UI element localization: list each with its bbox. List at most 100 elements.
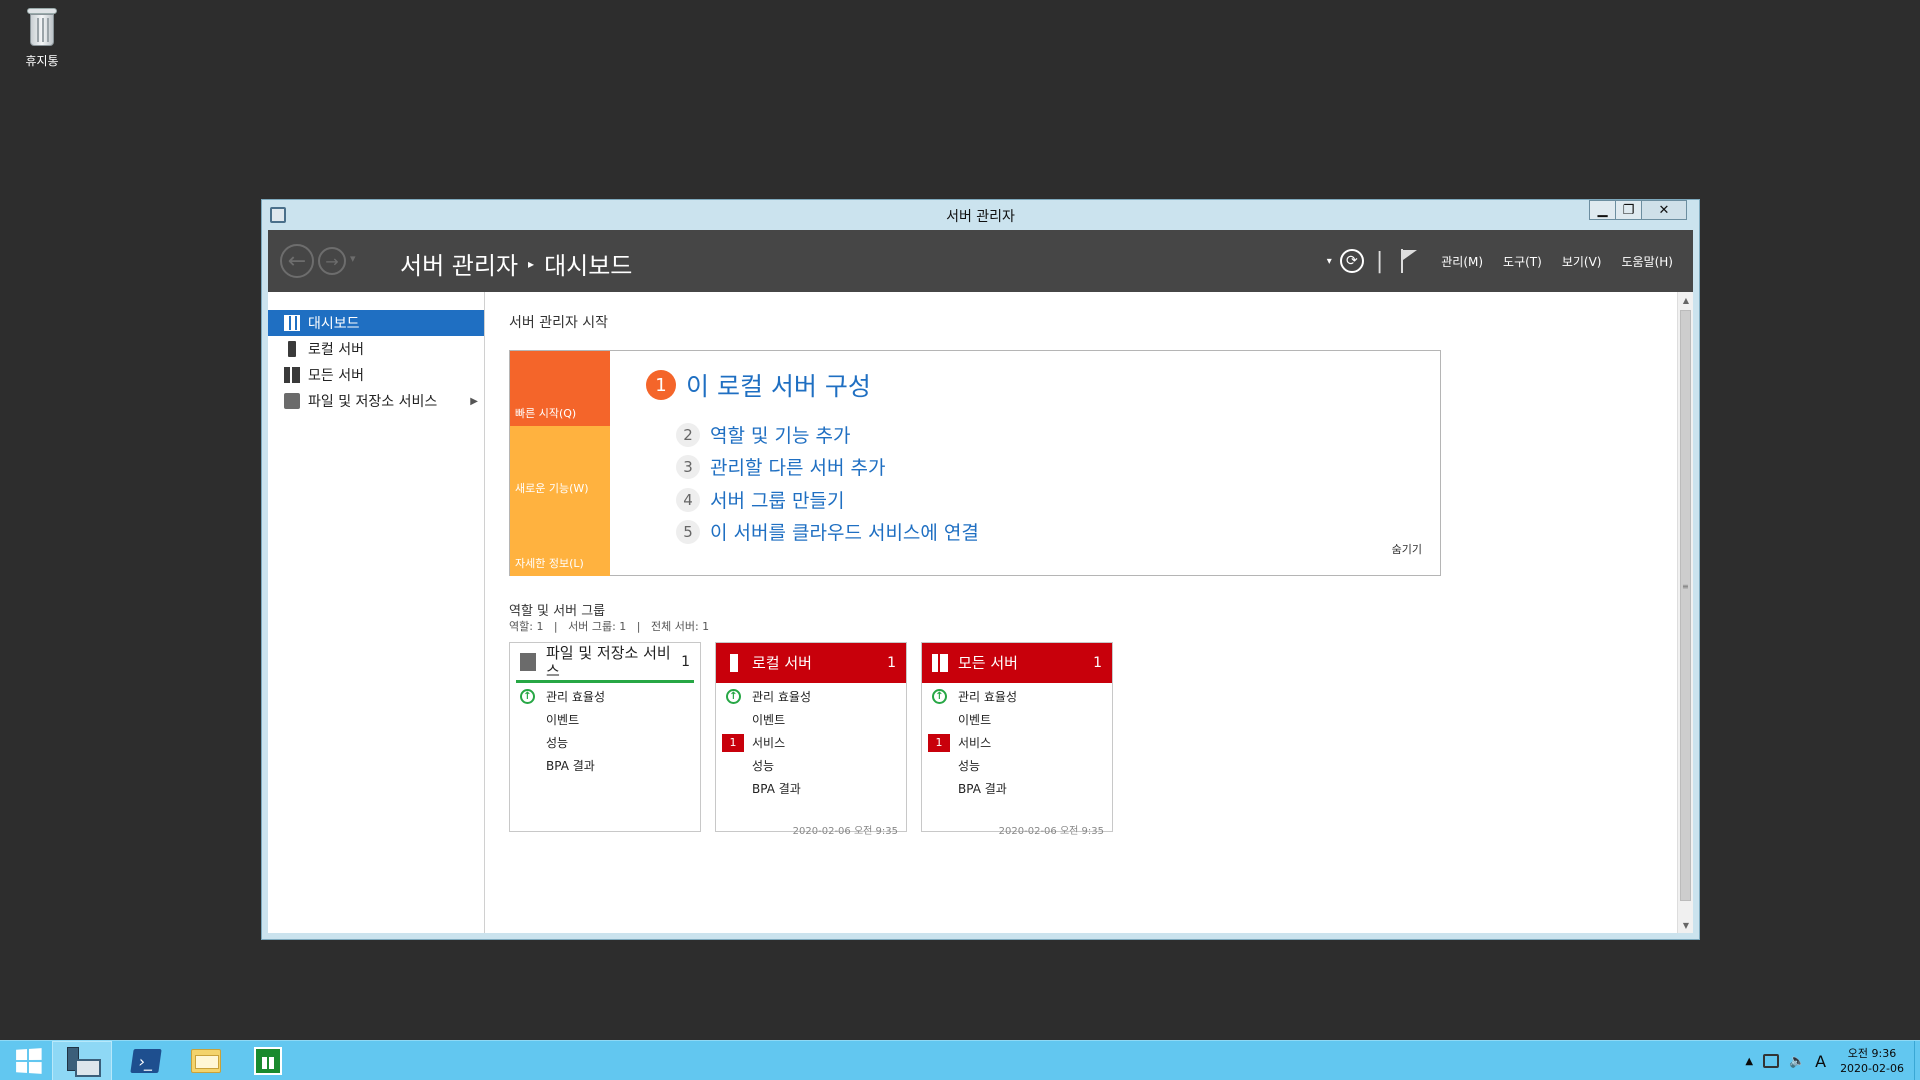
card-row-manageability[interactable]: ↑ 관리 효율성 <box>510 685 700 708</box>
back-arrow-icon[interactable]: ← <box>280 244 314 278</box>
page-title: 서버 관리자 시작 <box>509 315 609 331</box>
history-dropdown-icon[interactable]: ▾ <box>350 252 356 265</box>
role-card-all-servers[interactable]: 모든 서버 1 ↑ 관리 효율성 이벤트 1 서비스 성능 BPA 결과 2020-… <box>921 642 1113 837</box>
card-row-bpa[interactable]: BPA 결과 <box>510 754 700 777</box>
breadcrumb-root[interactable]: 서버 관리자 <box>400 246 518 281</box>
step-add-roles[interactable]: 2 역할 및 기능 추가 <box>676 421 850 448</box>
step-link[interactable]: 이 서버를 클라우드 서비스에 연결 <box>710 518 979 545</box>
row-label: 이벤트 <box>752 713 786 727</box>
card-row-performance[interactable]: 성능 <box>716 754 906 777</box>
card-row-events[interactable]: 이벤트 <box>510 708 700 731</box>
taskbar-powershell[interactable]: ›_ <box>116 1041 176 1080</box>
header-divider: | <box>1375 248 1384 274</box>
scroll-up-icon[interactable]: ▲ <box>1678 292 1693 308</box>
menu-help[interactable]: 도움말(H) <box>1621 253 1673 270</box>
server-icon <box>730 654 738 672</box>
scroll-thumb[interactable] <box>1680 310 1691 901</box>
card-header[interactable]: 모든 서버 1 <box>922 643 1112 683</box>
server-icon <box>288 341 296 357</box>
card-row-events[interactable]: 이벤트 <box>716 708 906 731</box>
network-icon[interactable] <box>1763 1054 1780 1068</box>
window-title: 서버 관리자 <box>946 209 1015 225</box>
powershell-icon: ›_ <box>130 1049 162 1073</box>
scroll-grip-icon: ≡ <box>1682 582 1689 591</box>
step-number: 4 <box>676 487 700 512</box>
scroll-down-icon[interactable]: ▼ <box>1678 917 1693 933</box>
menu-view[interactable]: 보기(V) <box>1562 253 1602 270</box>
notifications-flag-icon[interactable] <box>1399 249 1418 273</box>
forward-arrow-icon[interactable]: → <box>318 247 346 275</box>
step-connect-cloud[interactable]: 5 이 서버를 클라우드 서비스에 연결 <box>676 518 979 545</box>
recycle-bin-shortcut[interactable]: 휴지통 <box>14 4 70 69</box>
step-link[interactable]: 역할 및 기능 추가 <box>710 421 850 448</box>
close-button[interactable]: ✕ <box>1641 200 1687 220</box>
title-bar[interactable]: 서버 관리자 ▁ ❐ ✕ <box>262 200 1699 230</box>
card-row-services[interactable]: 1 서비스 <box>922 731 1112 754</box>
card-header[interactable]: 파일 및 저장소 서비스 1 <box>516 643 694 683</box>
card-row-performance[interactable]: 성능 <box>922 754 1112 777</box>
step-create-group[interactable]: 4 서버 그룹 만들기 <box>676 486 844 513</box>
step-number: 5 <box>676 519 700 544</box>
volume-muted-icon[interactable]: 🔈 <box>1789 1054 1805 1069</box>
expand-arrow-icon[interactable]: ▶ <box>470 396 478 407</box>
dashboard-icon <box>284 315 300 331</box>
ok-status-icon: ↑ <box>520 689 535 704</box>
minimize-button[interactable]: ▁ <box>1589 200 1616 220</box>
vertical-scrollbar[interactable]: ▲ ≡ ▼ <box>1677 292 1693 933</box>
card-row-events[interactable]: 이벤트 <box>922 708 1112 731</box>
row-label: 관리 효율성 <box>546 690 606 704</box>
row-label: 서비스 <box>752 736 786 750</box>
row-label: BPA 결과 <box>752 782 801 796</box>
hide-link[interactable]: 숨기기 <box>1392 541 1422 557</box>
card-row-performance[interactable]: 성능 <box>510 731 700 754</box>
card-row-manageability[interactable]: ↑ 관리 효율성 <box>716 685 906 708</box>
ime-indicator[interactable]: A <box>1815 1052 1826 1071</box>
taskbar-server-manager[interactable] <box>52 1041 112 1080</box>
breadcrumb: 서버 관리자 ▸ 대시보드 <box>400 246 632 281</box>
recycle-bin-label: 휴지통 <box>25 54 59 68</box>
taskbar-store[interactable] <box>238 1041 298 1080</box>
card-timestamp: 2020-02-06 오전 9:35 <box>792 826 898 837</box>
step-number: 3 <box>676 454 700 479</box>
ok-status-icon: ↑ <box>932 689 947 704</box>
step-link[interactable]: 서버 그룹 만들기 <box>710 486 844 513</box>
tile-learn-more[interactable]: 자세한 정보(L) <box>510 501 610 576</box>
show-desktop-button[interactable] <box>1914 1041 1920 1080</box>
tile-quick-start[interactable]: 빠른 시작(Q) <box>510 351 610 426</box>
sidebar-item-dashboard[interactable]: 대시보드 <box>268 310 484 336</box>
step-configure-local-server[interactable]: 1 이 로컬 서버 구성 <box>646 367 871 403</box>
card-header[interactable]: 로컬 서버 1 <box>716 643 906 683</box>
sidebar-item-all-servers[interactable]: 모든 서버 <box>268 362 484 388</box>
taskbar-file-explorer[interactable] <box>176 1041 236 1080</box>
windows-logo-icon <box>16 1048 42 1074</box>
step-link[interactable]: 관리할 다른 서버 추가 <box>710 453 885 480</box>
row-label: 성능 <box>546 736 569 750</box>
step-add-servers[interactable]: 3 관리할 다른 서버 추가 <box>676 453 885 480</box>
breadcrumb-dropdown-icon[interactable]: ▾ <box>1327 256 1332 267</box>
maximize-button[interactable]: ❐ <box>1615 200 1642 220</box>
sidebar-item-file-storage[interactable]: 파일 및 저장소 서비스 ▶ <box>268 388 484 414</box>
start-button[interactable] <box>6 1044 50 1078</box>
tile-whats-new[interactable]: 새로운 기능(W) <box>510 426 610 501</box>
servers-icon <box>284 367 300 383</box>
sidebar-item-label: 모든 서버 <box>308 368 364 384</box>
sidebar-item-label: 로컬 서버 <box>308 342 364 358</box>
sidebar-item-local-server[interactable]: 로컬 서버 <box>268 336 484 362</box>
menu-manage[interactable]: 관리(M) <box>1441 253 1483 270</box>
role-card-file-storage[interactable]: 파일 및 저장소 서비스 1 ↑ 관리 효율성 이벤트 성능 BPA 결과 <box>509 642 701 832</box>
role-card-local-server[interactable]: 로컬 서버 1 ↑ 관리 효율성 이벤트 1 서비스 성능 BPA 결과 2020-… <box>715 642 907 837</box>
card-row-services[interactable]: 1 서비스 <box>716 731 906 754</box>
tile-label: 빠른 시작(Q) <box>515 407 577 420</box>
dashboard-content: 서버 관리자 시작 빠른 시작(Q) 새로운 기능(W) 자세한 정보(L) 1… <box>485 292 1693 933</box>
refresh-icon[interactable]: ⟳ <box>1339 249 1364 273</box>
menu-tools[interactable]: 도구(T) <box>1503 253 1542 270</box>
card-row-manageability[interactable]: ↑ 관리 효율성 <box>922 685 1112 708</box>
roles-section-title: 역할 및 서버 그룹 <box>509 604 606 619</box>
file-storage-icon <box>284 393 300 409</box>
card-row-bpa[interactable]: BPA 결과 <box>716 777 906 800</box>
clock[interactable]: 오전 9:36 2020-02-06 <box>1840 1046 1904 1076</box>
step-link[interactable]: 이 로컬 서버 구성 <box>686 367 871 403</box>
breadcrumb-current: 대시보드 <box>544 252 633 280</box>
show-hidden-icons-icon[interactable]: ▲ <box>1745 1056 1753 1067</box>
card-row-bpa[interactable]: BPA 결과 <box>922 777 1112 800</box>
